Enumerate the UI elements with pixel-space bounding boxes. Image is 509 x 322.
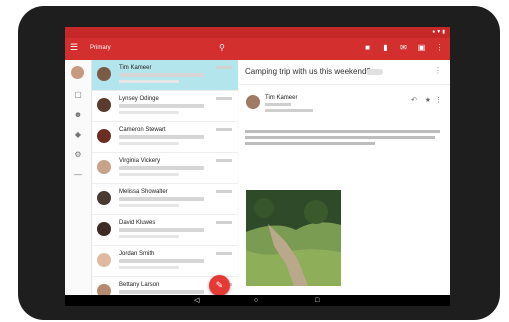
thread-date bbox=[216, 190, 232, 193]
body-text-line bbox=[245, 130, 440, 133]
thread-list: Tim Kameer Lynsey Odinge Cameron Stewart Vi… bbox=[92, 60, 238, 295]
thread-sender: Melissa Showalter bbox=[119, 189, 168, 195]
settings-icon[interactable]: ⚙ bbox=[73, 150, 83, 160]
body-text-line bbox=[245, 142, 375, 145]
divider bbox=[239, 84, 450, 85]
body-text-line bbox=[245, 136, 435, 139]
thread-sender: David Kluwes bbox=[119, 220, 156, 226]
thread-snippet bbox=[119, 173, 179, 176]
people-icon[interactable]: ☻ bbox=[73, 110, 83, 120]
thread-sender: Cameron Stewart bbox=[119, 127, 166, 133]
more-vert-icon[interactable]: ⋮ bbox=[435, 96, 442, 104]
compose-button[interactable]: ✎ bbox=[209, 275, 230, 296]
thread-snippet bbox=[119, 235, 179, 238]
account-avatar[interactable] bbox=[71, 66, 84, 79]
more-icon[interactable]: — bbox=[73, 170, 83, 180]
thread-snippet bbox=[119, 73, 204, 77]
status-bar: ●▼▮ bbox=[65, 27, 450, 38]
thread-snippet bbox=[119, 135, 204, 139]
thread-sender: Lynsey Odinge bbox=[119, 96, 159, 102]
android-nav-bar: ◁ ○ □ bbox=[65, 295, 450, 306]
thread-item[interactable]: Virginia Vickery bbox=[92, 153, 238, 184]
thread-item[interactable]: Cameron Stewart bbox=[92, 122, 238, 153]
thread-date bbox=[216, 97, 232, 100]
thread-item[interactable]: David Kluwes bbox=[92, 215, 238, 246]
more-vert-icon[interactable]: ⋮ bbox=[435, 43, 444, 53]
mail-icon[interactable]: ✉ bbox=[399, 43, 408, 53]
thread-date bbox=[216, 221, 232, 224]
contact-avatar bbox=[97, 284, 111, 295]
thread-snippet bbox=[119, 111, 179, 114]
thread-sender: Virginia Vickery bbox=[119, 158, 161, 164]
delete-icon[interactable]: ▮ bbox=[381, 43, 390, 53]
contact-avatar bbox=[97, 160, 111, 174]
contact-avatar bbox=[97, 222, 111, 236]
label-chip[interactable] bbox=[366, 69, 383, 75]
thread-snippet bbox=[119, 80, 179, 83]
sender-meta bbox=[265, 109, 313, 112]
thread-snippet bbox=[119, 204, 179, 207]
sender-meta bbox=[265, 103, 291, 106]
home-icon[interactable]: ○ bbox=[254, 296, 258, 305]
status-icons: ●▼▮ bbox=[432, 29, 446, 35]
thread-snippet bbox=[119, 197, 204, 201]
thread-snippet bbox=[119, 142, 179, 145]
star-icon[interactable]: ★ bbox=[425, 96, 431, 104]
attached-photo[interactable] bbox=[246, 190, 341, 286]
thread-snippet bbox=[119, 166, 204, 170]
search-icon[interactable]: ⚲ bbox=[219, 43, 225, 52]
contact-avatar bbox=[97, 98, 111, 112]
thread-sender: Tim Kameer bbox=[119, 65, 152, 71]
thread-sender: Jordan Smith bbox=[119, 251, 155, 257]
thread-date bbox=[216, 159, 232, 162]
thread-item[interactable]: Jordan Smith bbox=[92, 246, 238, 277]
subject-more-icon[interactable]: ⋮ bbox=[434, 66, 442, 75]
contact-avatar bbox=[97, 191, 111, 205]
back-icon[interactable]: ◁ bbox=[194, 296, 199, 305]
thread-snippet bbox=[119, 266, 179, 269]
contact-avatar bbox=[97, 67, 111, 81]
thread-snippet bbox=[119, 259, 204, 263]
action-icons: ■ ▮ ✉ ▣ ⋮ bbox=[363, 43, 444, 53]
app-bar: ☰ Primary ⚲ ■ ▮ ✉ ▣ ⋮ bbox=[65, 38, 450, 60]
thread-item[interactable]: Lynsey Odinge bbox=[92, 91, 238, 122]
email-subject: Camping trip with us this weekend? bbox=[245, 67, 371, 76]
thread-sender: Bettany Larson bbox=[119, 282, 160, 288]
contact-avatar bbox=[97, 253, 111, 267]
sender-name: Tim Kameer bbox=[265, 95, 298, 101]
thread-snippet bbox=[119, 228, 204, 232]
inbox-label: Primary bbox=[90, 45, 111, 51]
reply-icon[interactable]: ↶ bbox=[411, 96, 417, 104]
reading-pane: Camping trip with us this weekend? ⋮ Tim… bbox=[239, 60, 450, 295]
side-nav: ▢ ☻ ◆ ⚙ — bbox=[65, 60, 92, 295]
thread-item[interactable]: Melissa Showalter bbox=[92, 184, 238, 215]
thread-snippet bbox=[119, 104, 204, 108]
thread-item[interactable]: Tim Kameer bbox=[92, 60, 238, 91]
thread-date bbox=[216, 128, 232, 131]
thread-date bbox=[216, 252, 232, 255]
inbox-icon[interactable]: ▢ bbox=[73, 90, 83, 100]
sender-avatar bbox=[246, 95, 260, 109]
archive-icon[interactable]: ■ bbox=[363, 43, 372, 53]
recents-icon[interactable]: □ bbox=[315, 296, 319, 305]
menu-icon[interactable]: ☰ bbox=[70, 43, 78, 52]
thread-date bbox=[216, 66, 232, 69]
folder-icon[interactable]: ▣ bbox=[417, 43, 426, 53]
tag-icon[interactable]: ◆ bbox=[73, 130, 83, 140]
contact-avatar bbox=[97, 129, 111, 143]
gmail-screen: ●▼▮ ☰ Primary ⚲ ■ ▮ ✉ ▣ ⋮ ▢ ☻ ◆ ⚙ — Tim … bbox=[65, 27, 450, 306]
thread-snippet bbox=[119, 290, 204, 294]
